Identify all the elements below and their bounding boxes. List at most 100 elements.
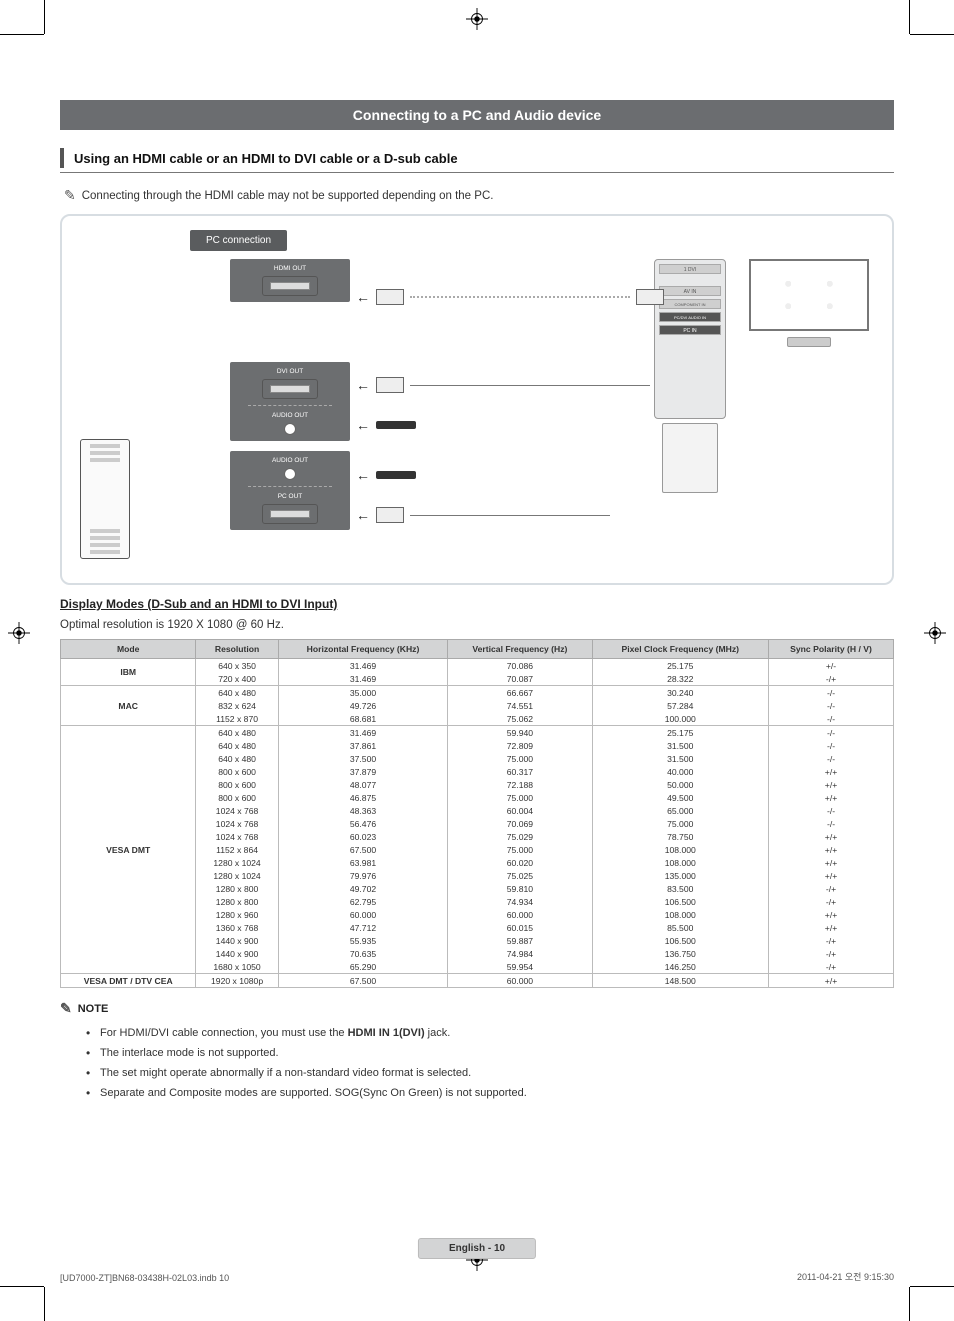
audio-out-label-1: AUDIO OUT bbox=[272, 412, 308, 419]
crop-mark bbox=[910, 34, 954, 35]
tv-av-in-port-icon: AV IN bbox=[659, 286, 721, 296]
pc-connection-label: PC connection bbox=[190, 230, 287, 251]
footer-language-page: English - 10 bbox=[418, 1238, 536, 1259]
dvi-out-label: DVI OUT bbox=[277, 368, 303, 375]
table-cell: +/+ bbox=[769, 791, 894, 804]
table-cell: 31.469 bbox=[278, 726, 448, 740]
table-cell: 83.500 bbox=[592, 882, 769, 895]
table-cell: 50.000 bbox=[592, 778, 769, 791]
note-heading: ✎ NOTE bbox=[60, 1000, 894, 1017]
table-cell: 47.712 bbox=[278, 921, 448, 934]
dvi-plug-icon bbox=[376, 377, 404, 393]
table-cell: 25.175 bbox=[592, 659, 769, 673]
table-cell: 1280 x 960 bbox=[196, 908, 278, 921]
table-cell: -/- bbox=[769, 712, 894, 726]
table-cell: 30.240 bbox=[592, 686, 769, 700]
table-cell: 75.000 bbox=[448, 752, 592, 765]
table-cell: 40.000 bbox=[592, 765, 769, 778]
mode-cell: VESA DMT / DTV CEA bbox=[61, 974, 196, 988]
note-text: Connecting through the HDMI cable may no… bbox=[82, 190, 494, 202]
footer-file-info: [UD7000-ZT]BN68-03438H-02L03.indb 10 bbox=[60, 1273, 229, 1283]
hdmi-port-icon bbox=[262, 276, 318, 296]
table-cell: 640 x 480 bbox=[196, 686, 278, 700]
table-cell: +/+ bbox=[769, 869, 894, 882]
table-cell: 70.635 bbox=[278, 947, 448, 960]
table-cell: 1024 x 768 bbox=[196, 830, 278, 843]
notes-list: For HDMI/DVI cable connection, you must … bbox=[86, 1023, 894, 1103]
table-cell: 49.702 bbox=[278, 882, 448, 895]
table-cell: 640 x 350 bbox=[196, 659, 278, 673]
tv-pc-in-port-icon: PC IN bbox=[659, 325, 721, 335]
table-cell: 640 x 480 bbox=[196, 752, 278, 765]
table-cell: 60.000 bbox=[448, 908, 592, 921]
tv-stand-icon bbox=[662, 423, 718, 493]
tv-front bbox=[744, 259, 874, 559]
sub-heading: Using an HDMI cable or an HDMI to DVI ca… bbox=[74, 151, 458, 166]
table-header-cell: Horizontal Frequency (KHz) bbox=[278, 640, 448, 659]
hdmi-plug-icon bbox=[376, 289, 404, 305]
table-cell: 60.004 bbox=[448, 804, 592, 817]
table-cell: 75.062 bbox=[448, 712, 592, 726]
table-cell: 65.000 bbox=[592, 804, 769, 817]
table-cell: -/+ bbox=[769, 882, 894, 895]
table-cell: 56.476 bbox=[278, 817, 448, 830]
pc-output-ports: HDMI OUT DVI OUT AUDIO OUT AUDIO OUT PC … bbox=[150, 259, 350, 559]
table-cell: 640 x 480 bbox=[196, 739, 278, 752]
table-cell: -/- bbox=[769, 726, 894, 740]
table-cell: +/+ bbox=[769, 856, 894, 869]
table-cell: 72.809 bbox=[448, 739, 592, 752]
table-header-cell: Sync Polarity (H / V) bbox=[769, 640, 894, 659]
table-cell: 55.935 bbox=[278, 934, 448, 947]
table-cell: 85.500 bbox=[592, 921, 769, 934]
table-cell: 1152 x 864 bbox=[196, 843, 278, 856]
table-cell: 60.000 bbox=[448, 974, 592, 988]
cable-diagram-area: ← ← ← ← ← bbox=[350, 259, 646, 559]
table-cell: +/+ bbox=[769, 843, 894, 856]
display-modes-heading: Display Modes (D-Sub and an HDMI to DVI … bbox=[60, 597, 894, 611]
tv-screen-icon bbox=[749, 259, 869, 331]
page-content: Connecting to a PC and Audio device Usin… bbox=[60, 60, 894, 1103]
table-cell: 832 x 624 bbox=[196, 699, 278, 712]
table-cell: 25.175 bbox=[592, 726, 769, 740]
table-cell: 78.750 bbox=[592, 830, 769, 843]
table-cell: +/+ bbox=[769, 974, 894, 988]
table-row: IBM640 x 35031.46970.08625.175+/- bbox=[61, 659, 894, 673]
hand-note-icon: ✎ bbox=[60, 1000, 72, 1017]
table-cell: 72.188 bbox=[448, 778, 592, 791]
note-heading-text: NOTE bbox=[78, 1003, 109, 1015]
list-item: The interlace mode is not supported. bbox=[86, 1043, 894, 1063]
audio-plug-icon bbox=[376, 421, 416, 429]
table-cell: -/- bbox=[769, 686, 894, 700]
table-cell: 31.500 bbox=[592, 752, 769, 765]
table-cell: 31.500 bbox=[592, 739, 769, 752]
arrow-left-icon: ← bbox=[356, 377, 370, 393]
table-cell: +/+ bbox=[769, 830, 894, 843]
table-cell: 1280 x 1024 bbox=[196, 856, 278, 869]
tv-pc-dvi-audio-port-icon: PC/DVI AUDIO IN bbox=[659, 312, 721, 322]
table-cell: 48.363 bbox=[278, 804, 448, 817]
table-cell: 1360 x 768 bbox=[196, 921, 278, 934]
table-cell: 63.981 bbox=[278, 856, 448, 869]
table-cell: 70.069 bbox=[448, 817, 592, 830]
table-cell: 108.000 bbox=[592, 908, 769, 921]
table-cell: 74.551 bbox=[448, 699, 592, 712]
table-cell: 135.000 bbox=[592, 869, 769, 882]
table-cell: 48.077 bbox=[278, 778, 448, 791]
table-cell: 37.500 bbox=[278, 752, 448, 765]
table-cell: 1440 x 900 bbox=[196, 947, 278, 960]
table-cell: 31.469 bbox=[278, 659, 448, 673]
table-cell: 35.000 bbox=[278, 686, 448, 700]
table-cell: 65.290 bbox=[278, 960, 448, 974]
table-cell: 108.000 bbox=[592, 856, 769, 869]
divider bbox=[60, 172, 894, 173]
table-cell: 1920 x 1080p bbox=[196, 974, 278, 988]
table-cell: 1024 x 768 bbox=[196, 817, 278, 830]
table-cell: 57.284 bbox=[592, 699, 769, 712]
pc-tower-icon bbox=[80, 439, 130, 559]
table-cell: 75.000 bbox=[448, 791, 592, 804]
crop-mark bbox=[909, 0, 910, 34]
table-cell: 67.500 bbox=[278, 974, 448, 988]
audio-jack-icon bbox=[284, 423, 296, 435]
table-cell: -/+ bbox=[769, 947, 894, 960]
table-cell: -/- bbox=[769, 804, 894, 817]
